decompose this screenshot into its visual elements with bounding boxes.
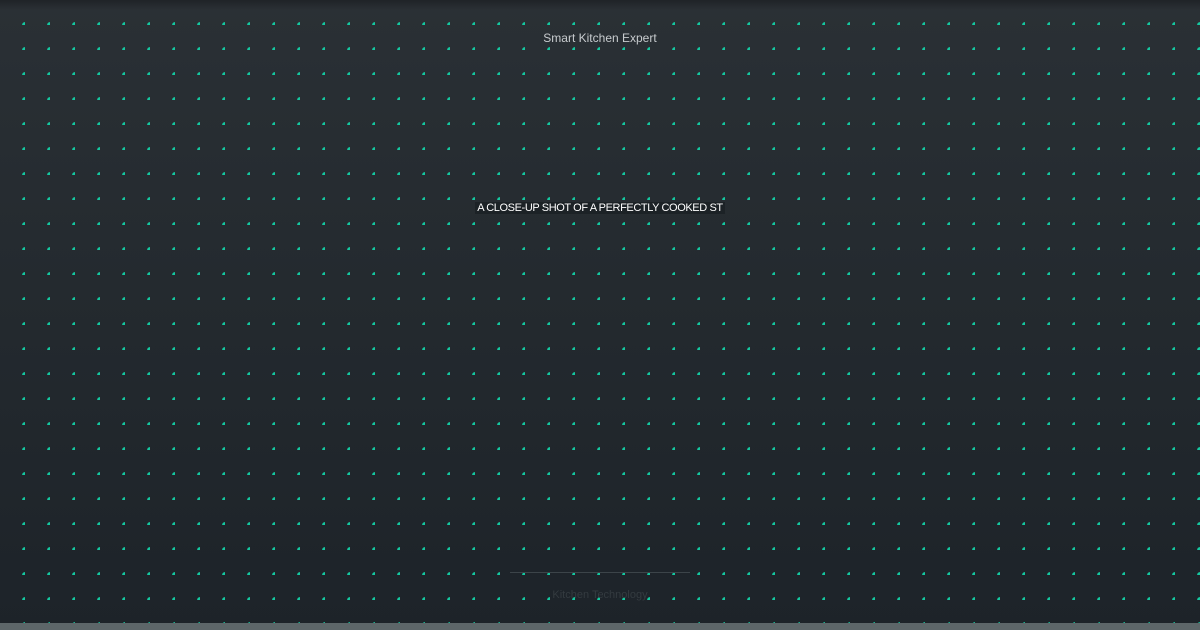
footer-divider (510, 572, 690, 573)
footer-label: Kitchen Technology (552, 589, 648, 601)
headline: A CLOSE-UP SHOT OF A PERFECTLY COOKED ST (0, 202, 1200, 215)
dot-grid-pattern (0, 0, 1200, 630)
brand-title: Smart Kitchen Expert (543, 31, 657, 45)
headline-text: A CLOSE-UP SHOT OF A PERFECTLY COOKED ST (475, 202, 725, 214)
bottom-bar (0, 623, 1200, 630)
